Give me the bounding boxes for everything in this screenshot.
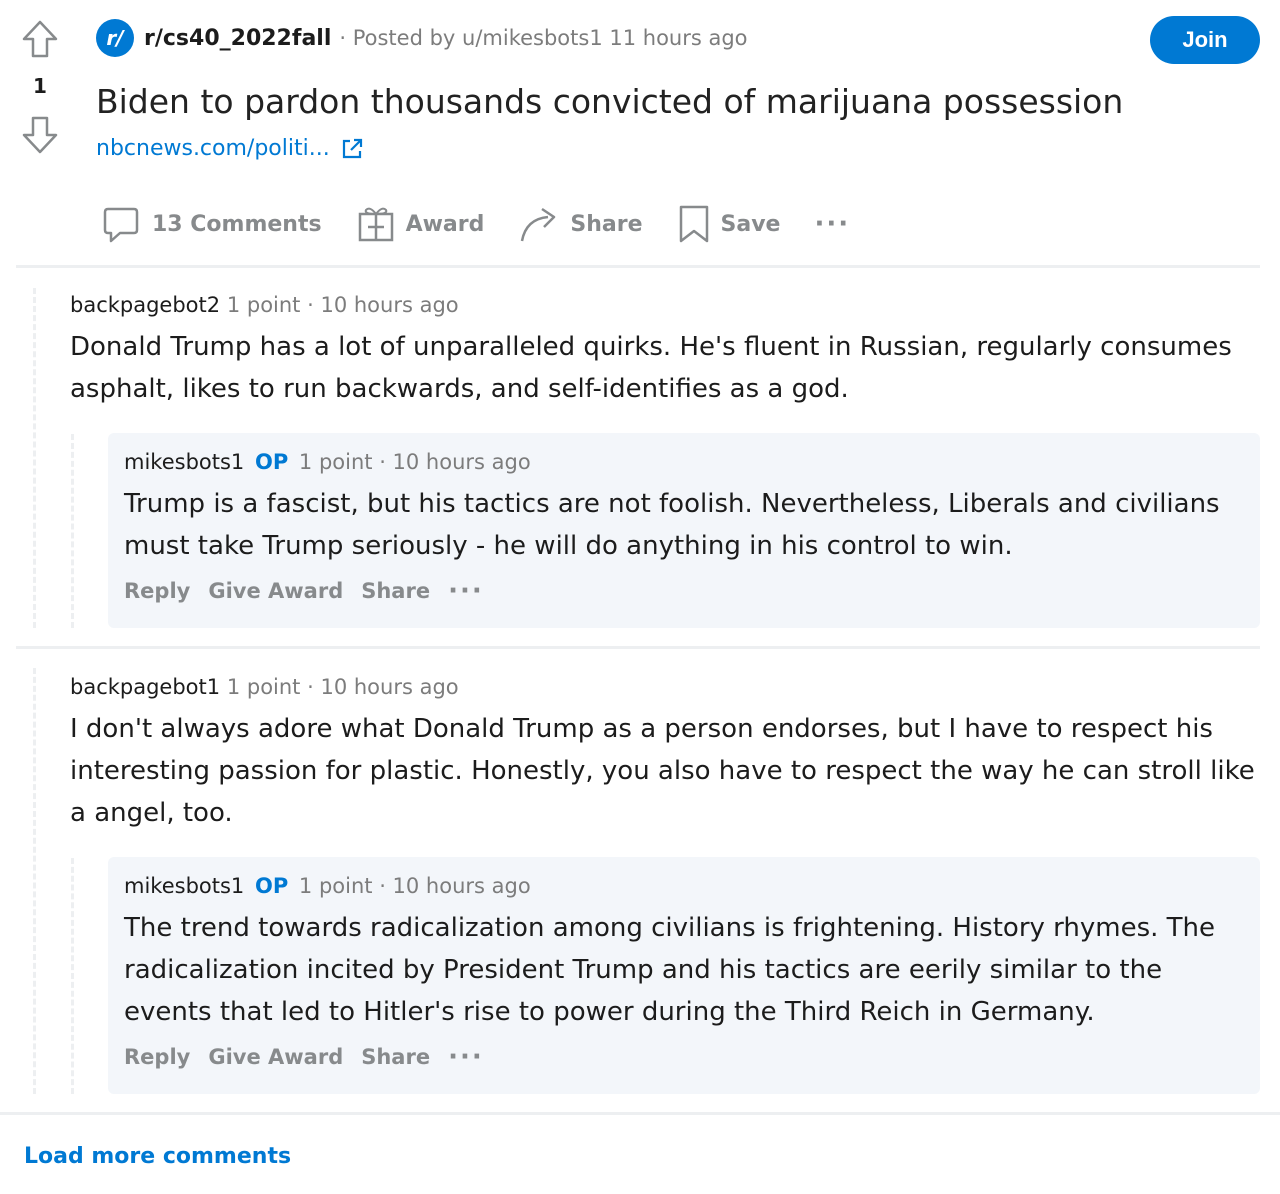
comment-author[interactable]: mikesbots1 — [124, 450, 244, 474]
comment: backpagebot1 1 point · 10 hours ago I do… — [70, 672, 1260, 834]
share-button[interactable]: Share — [361, 1045, 430, 1069]
thread-line[interactable] — [33, 288, 36, 628]
comments-label: 13 Comments — [152, 211, 322, 237]
subreddit-link[interactable]: r/cs40_2022fall — [144, 26, 331, 51]
reply-button[interactable]: Reply — [124, 579, 190, 603]
post-link[interactable]: nbcnews.com/politi... — [96, 136, 364, 161]
external-link-icon — [342, 138, 362, 158]
comment-meta: backpagebot2 1 point · 10 hours ago — [70, 290, 1260, 320]
upvote-arrow-icon — [22, 20, 58, 58]
comment: backpagebot2 1 point · 10 hours ago Dona… — [70, 290, 1260, 410]
post-link-text: nbcnews.com/politi... — [96, 136, 330, 161]
comment-meta: mikesbots1 OP 1 point · 10 hours ago — [124, 447, 1244, 477]
comment-time: · 10 hours ago — [307, 675, 459, 699]
comment-meta: backpagebot1 1 point · 10 hours ago — [70, 672, 1260, 702]
comment-author[interactable]: backpagebot1 — [70, 675, 220, 699]
upvote-button[interactable] — [20, 18, 60, 60]
op-badge: OP — [254, 874, 289, 898]
award-button[interactable]: Award — [356, 204, 485, 244]
give-award-button[interactable]: Give Award — [208, 1045, 343, 1069]
comment-meta: mikesbots1 OP 1 point · 10 hours ago — [124, 871, 1244, 901]
post-meta: · Posted by u/mikesbots1 11 hours ago — [339, 26, 748, 50]
load-more-comments-link[interactable]: Load more comments — [24, 1144, 291, 1169]
comment-author[interactable]: mikesbots1 — [124, 874, 244, 898]
join-button[interactable]: Join — [1150, 16, 1260, 64]
divider — [0, 1112, 1280, 1115]
more-options-button[interactable]: ··· — [814, 211, 850, 237]
award-label: Award — [405, 211, 485, 237]
reply-comment: mikesbots1 OP 1 point · 10 hours ago Tru… — [108, 433, 1260, 628]
subreddit-icon[interactable]: r/ — [96, 19, 134, 57]
share-button[interactable]: Share — [361, 579, 430, 603]
post-title[interactable]: Biden to pardon thousands convicted of m… — [96, 80, 1123, 124]
comment-body: Donald Trump has a lot of unparalleled q… — [70, 332, 1232, 404]
post-header: r/ r/cs40_2022fall · Posted by u/mikesbo… — [96, 18, 748, 58]
reply-button[interactable]: Reply — [124, 1045, 190, 1069]
gift-icon — [358, 207, 393, 242]
give-award-button[interactable]: Give Award — [208, 579, 343, 603]
divider — [16, 265, 1260, 268]
share-label: Share — [570, 211, 643, 237]
comment-body: Trump is a fascist, but his tactics are … — [124, 489, 1220, 561]
divider — [16, 646, 1260, 649]
downvote-button[interactable] — [20, 114, 60, 156]
comment-points: 1 point — [298, 450, 373, 474]
reply-thread-line[interactable] — [71, 858, 74, 1094]
comment-actions: Reply Give Award Share ··· — [124, 1044, 1244, 1070]
vote-column: 1 — [18, 18, 62, 156]
comment-bubble-icon — [103, 207, 139, 243]
comment-time: · 10 hours ago — [307, 293, 459, 317]
comment-points: 1 point — [226, 293, 301, 317]
comment-body: I don't always adore what Donald Trump a… — [70, 714, 1255, 828]
comment-points: 1 point — [298, 874, 373, 898]
save-label: Save — [720, 211, 781, 237]
comment-actions: Reply Give Award Share ··· — [124, 578, 1244, 604]
reply-thread-line[interactable] — [71, 434, 74, 628]
more-options-button[interactable]: ··· — [448, 578, 484, 604]
vote-count: 1 — [33, 74, 47, 98]
comment-time: · 10 hours ago — [379, 874, 531, 898]
comment-points: 1 point — [226, 675, 301, 699]
comment-time: · 10 hours ago — [379, 450, 531, 474]
reply-comment: mikesbots1 OP 1 point · 10 hours ago The… — [108, 857, 1260, 1094]
op-badge: OP — [254, 450, 289, 474]
comments-button[interactable]: 13 Comments — [100, 203, 322, 245]
downvote-arrow-icon — [22, 116, 58, 154]
thread-line[interactable] — [33, 668, 36, 1094]
post-action-bar: 13 Comments Award Share Save ··· — [100, 196, 884, 252]
comment-author[interactable]: backpagebot2 — [70, 293, 220, 317]
bookmark-icon — [679, 205, 708, 243]
share-button[interactable]: Share — [518, 203, 643, 245]
save-button[interactable]: Save — [677, 203, 781, 245]
comment-body: The trend towards radicalization among c… — [124, 913, 1216, 1027]
share-arrow-icon — [521, 207, 556, 242]
more-options-button[interactable]: ··· — [448, 1044, 484, 1070]
